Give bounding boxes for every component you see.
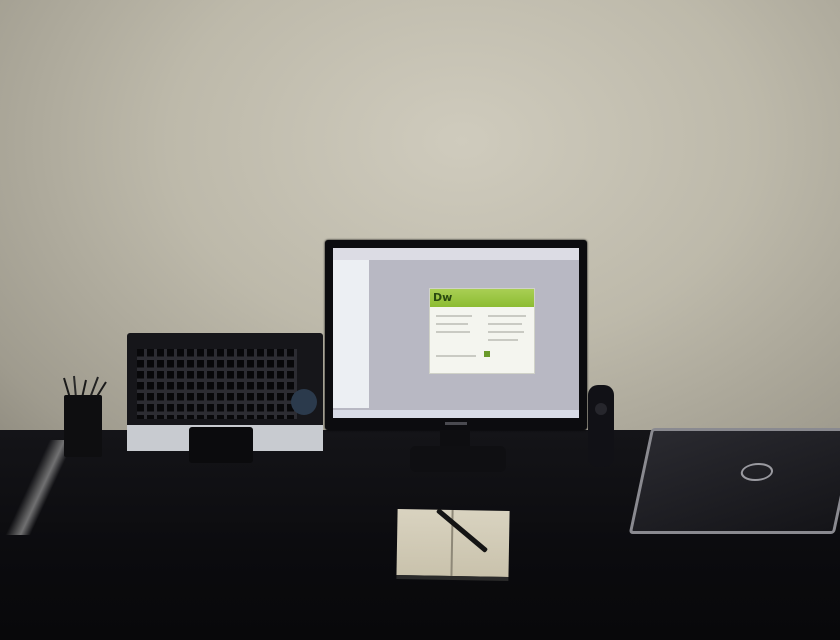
speaker: [588, 385, 614, 467]
speaker-cone: [595, 403, 607, 415]
screen-taskbar: [333, 410, 579, 418]
laptop-logo: [739, 463, 775, 481]
dialog-header: Dw: [430, 289, 534, 307]
pen-cup: [64, 395, 102, 457]
keyboard-volume-dial: [291, 389, 317, 415]
monitor-brand-logo: [445, 422, 467, 425]
keyboard: [127, 333, 323, 463]
desk-photo-scene: Dw: [0, 0, 840, 640]
keyboard-dock: [189, 427, 253, 463]
screen-menubar: [333, 248, 579, 260]
app-logo: Dw: [433, 291, 453, 304]
laptop-closed: [628, 428, 840, 534]
screen-side-panel: [333, 260, 369, 408]
screen-welcome-dialog: Dw: [429, 288, 535, 374]
keyboard-keys: [137, 349, 297, 419]
monitor-screen: Dw: [333, 248, 579, 418]
monitor-stand-base: [410, 446, 506, 472]
monitor: Dw: [325, 240, 587, 430]
